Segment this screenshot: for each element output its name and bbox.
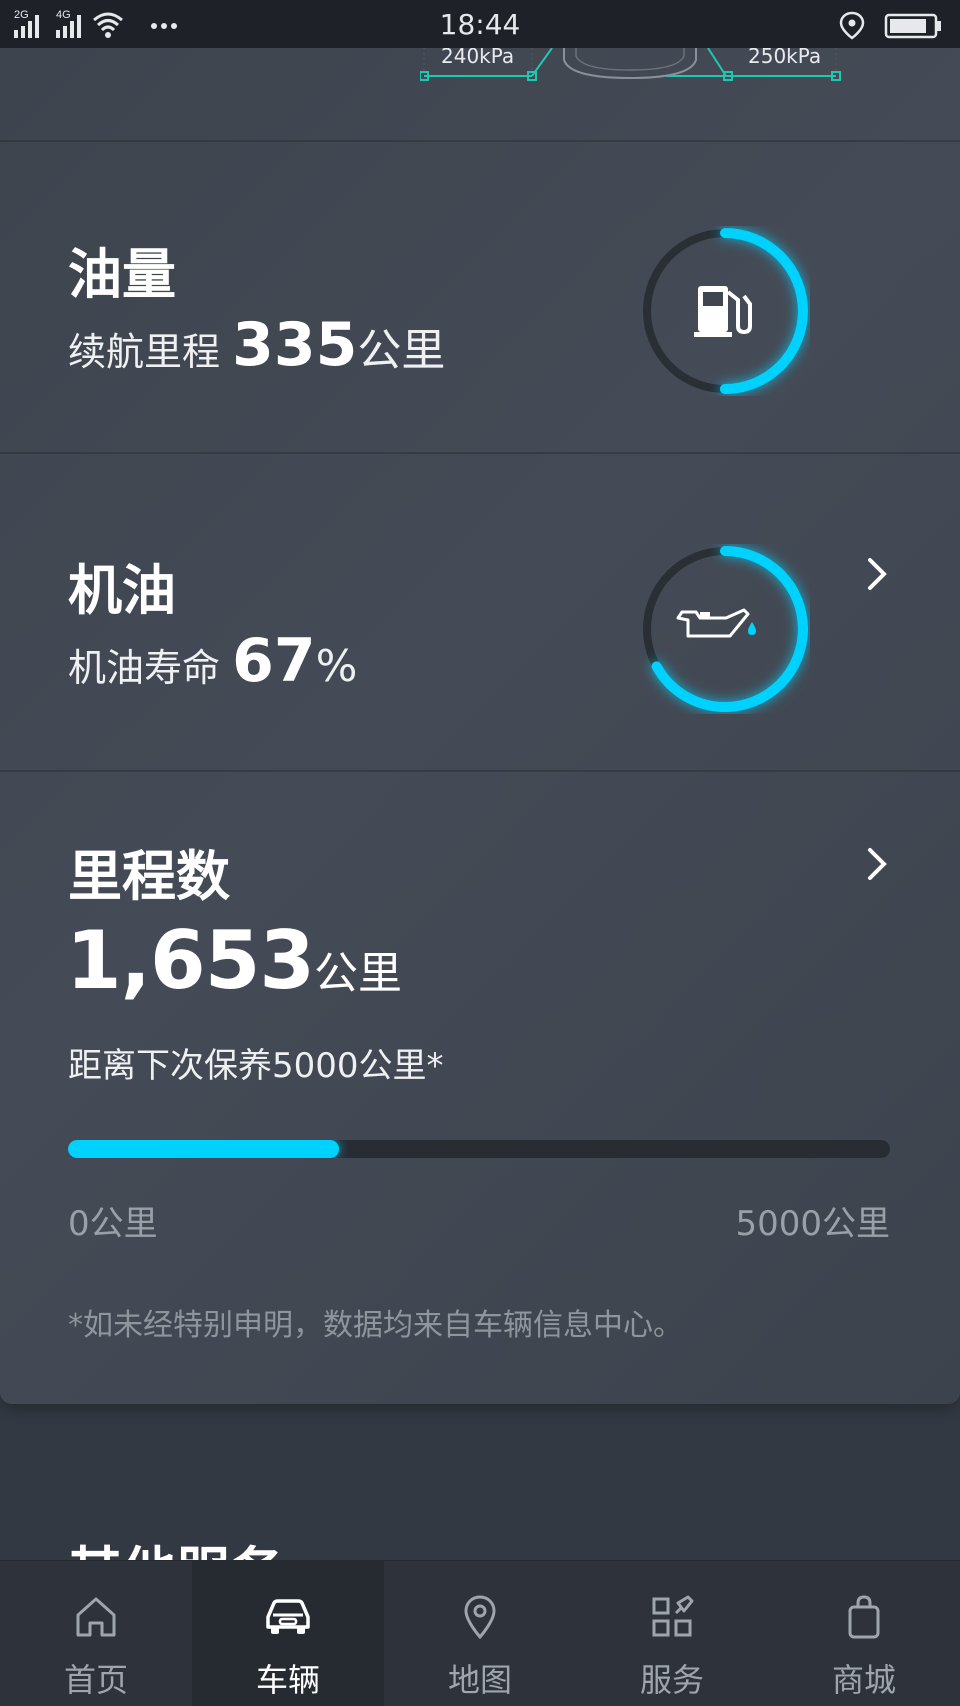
oil-life-unit: % [315,641,358,692]
progress-scale-min: 0公里 [68,1204,158,1244]
fuel-ring [642,228,808,394]
service-progress-fill [68,1140,340,1158]
status-right-icons [839,11,941,40]
oil-title: 机油 [68,559,176,622]
status-bar: 2G 4G 18:44 [0,0,960,48]
odometer-unit: 公里 [314,948,403,999]
nav-shop[interactable]: 商城 [768,1561,960,1706]
oil-detail-chevron-icon[interactable] [862,554,892,594]
odometer-title: 里程数 [68,845,230,908]
nav-vehicle[interactable]: 车辆 [192,1561,384,1706]
nav-home[interactable]: 首页 [0,1561,192,1706]
fuel-range: 续航里程 335公里 [68,310,445,380]
odometer-value: 1,653公里 [66,914,402,1007]
fuel-title: 油量 [68,243,176,306]
oil-life-label: 机油寿命 [68,646,221,690]
fuel-range-value: 335 [232,310,358,380]
oil-can-icon [676,608,756,638]
fuel-range-label: 续航里程 [68,330,221,374]
divider [0,770,960,772]
oil-life-value: 67 [232,626,316,696]
vehicle-status-page: 2G 4G 18:44 240kPa 250kPa 油量 续航里程 335公里 … [0,0,960,1706]
nav-shop-label: 商城 [831,1661,896,1699]
map-pin-icon [464,1595,496,1640]
shopping-bag-icon [848,1595,880,1639]
status-time: 18:44 [439,8,521,41]
nav-vehicle-label: 车辆 [255,1661,320,1699]
nav-map[interactable]: 地图 [384,1561,576,1706]
nav-map-label: 地图 [447,1661,512,1699]
odometer-number: 1,653 [66,914,315,1007]
fuel-range-unit: 公里 [357,325,446,376]
progress-scale-max: 5000公里 [735,1204,890,1244]
data-source-footnote: *如未经特别申明，数据均来自车辆信息中心。 [68,1308,683,1343]
car-icon [266,1599,310,1634]
service-progress-bar [68,1140,890,1158]
nav-services[interactable]: 服务 [576,1561,768,1706]
bottom-nav: 首页 车辆 地图 服务 商城 [0,1560,960,1706]
odometer-detail-chevron-icon[interactable] [862,844,892,884]
oil-ring [642,546,808,712]
home-icon [76,1597,116,1637]
divider [0,140,960,142]
oil-life: 机油寿命 67% [68,626,357,696]
next-service-text: 距离下次保养5000公里* [68,1046,444,1086]
divider [0,452,960,454]
vehicle-status-card: 240kPa 250kPa 油量 续航里程 335公里 机油 机油寿命 67% [0,44,960,1404]
nav-services-label: 服务 [639,1661,704,1699]
services-grid-icon [652,1595,694,1637]
nav-home-label: 首页 [63,1661,128,1699]
fuel-pump-icon [694,286,752,337]
